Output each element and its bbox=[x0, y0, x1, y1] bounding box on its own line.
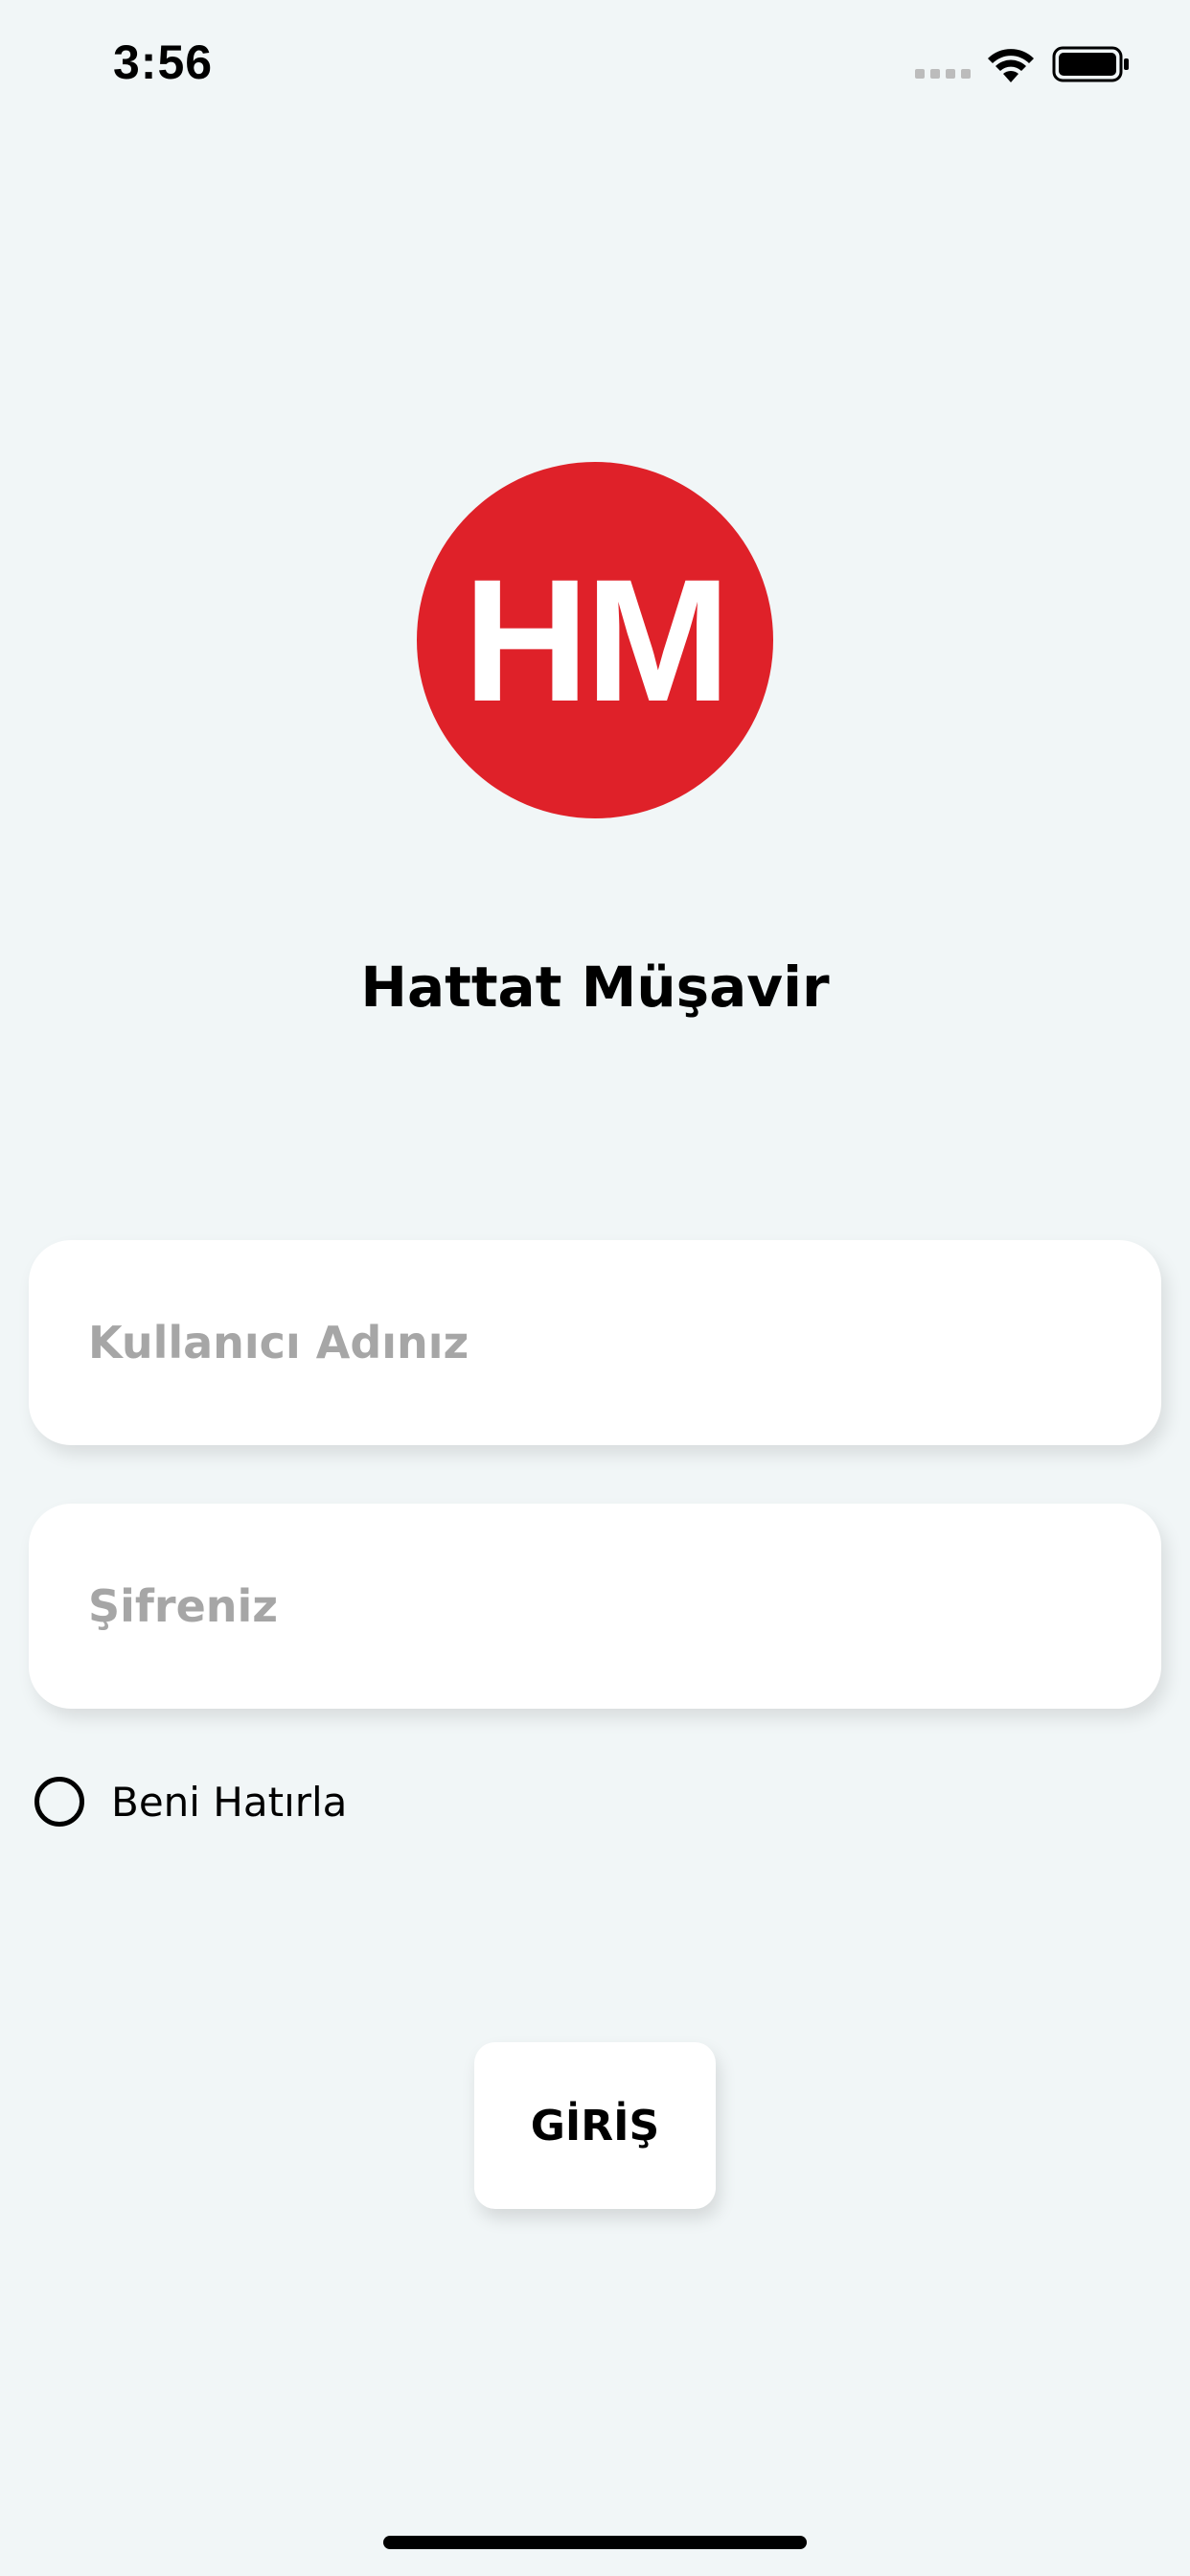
status-time: 3:56 bbox=[113, 35, 214, 89]
remember-me-toggle[interactable]: Beni Hatırla bbox=[34, 1773, 347, 1830]
app-title: Hattat Müşavir bbox=[360, 954, 830, 1020]
cellular-signal-icon bbox=[915, 69, 971, 80]
remember-me-label: Beni Hatırla bbox=[111, 1778, 348, 1826]
battery-icon bbox=[1052, 46, 1129, 82]
password-field[interactable] bbox=[29, 1504, 1161, 1709]
radio-unchecked-icon[interactable] bbox=[34, 1777, 84, 1827]
username-field[interactable] bbox=[29, 1240, 1161, 1445]
password-input[interactable] bbox=[86, 1579, 1161, 1633]
app-logo: HM bbox=[417, 462, 773, 818]
login-button[interactable]: GİRİŞ bbox=[474, 2042, 716, 2209]
logo-text: HM bbox=[463, 542, 730, 738]
username-input[interactable] bbox=[86, 1316, 1161, 1369]
status-bar: 3:56 bbox=[0, 0, 1190, 134]
wifi-icon bbox=[988, 49, 1034, 82]
home-indicator bbox=[383, 2536, 807, 2549]
